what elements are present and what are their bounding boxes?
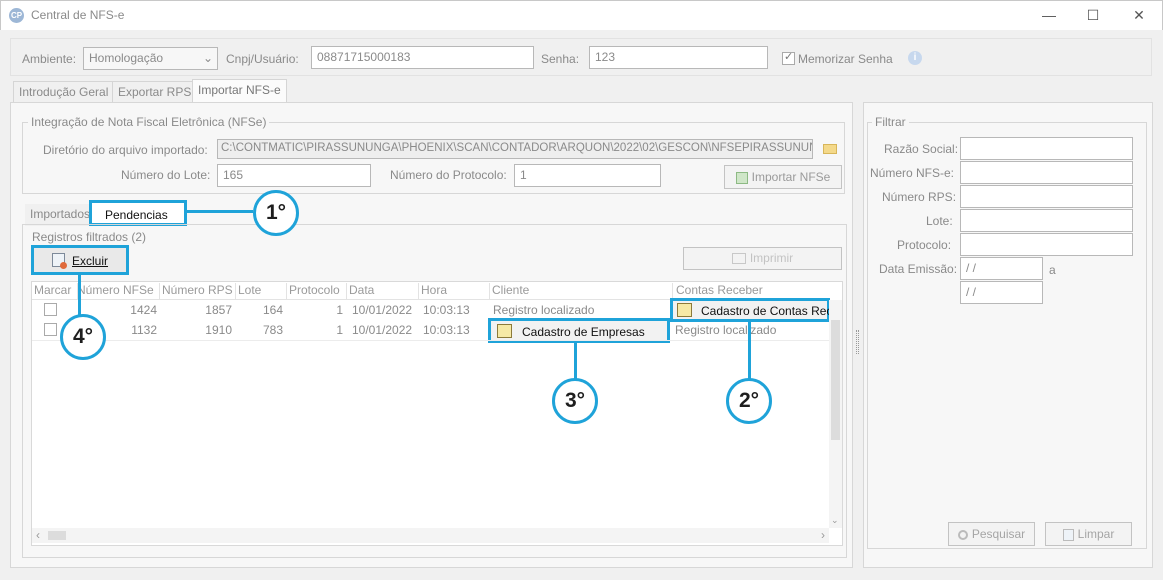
data-from-input[interactable]: / /	[960, 257, 1043, 280]
scrollbar-thumb[interactable]	[831, 320, 840, 440]
callout-2: 2°	[726, 378, 772, 424]
senha-input[interactable]: 123	[589, 46, 768, 69]
importar-nfse-button[interactable]: Importar NFSe	[724, 165, 842, 189]
cadastro-icon	[497, 324, 512, 338]
col-protocolo[interactable]: Protocolo	[289, 283, 340, 297]
cell-lote: 164	[262, 303, 283, 317]
lote-filter-label: Lote:	[926, 214, 953, 228]
diretorio-label: Diretório do arquivo importado:	[43, 143, 208, 157]
diretorio-input[interactable]: C:\CONTMATIC\PIRASSUNUNGA\PHOENIX\SCAN\C…	[217, 139, 813, 159]
cell-hora: 10:03:13	[423, 303, 470, 317]
col-numero-rps[interactable]: Número RPS	[162, 283, 233, 297]
chevron-down-icon: ⌄	[202, 51, 213, 65]
folder-icon[interactable]	[823, 144, 837, 154]
col-marcar[interactable]: Marcar	[34, 283, 71, 297]
callout-3: 3°	[552, 378, 598, 424]
splitter-handle[interactable]	[856, 330, 859, 354]
cell-rps: 1910	[205, 323, 232, 337]
protocolo-label: Número do Protocolo:	[390, 168, 507, 182]
clear-icon	[1062, 528, 1074, 541]
close-icon[interactable]: ✕	[1128, 4, 1150, 26]
scroll-right-icon[interactable]: ›	[821, 528, 825, 542]
callout-2-connector	[748, 322, 751, 380]
limpar-button[interactable]: Limpar	[1045, 522, 1132, 546]
info-icon[interactable]: i	[908, 51, 922, 65]
scroll-down-icon[interactable]: ⌄	[831, 515, 839, 526]
minimize-icon[interactable]: —	[1038, 4, 1060, 26]
protocolo-input[interactable]: 1	[514, 164, 661, 187]
data-to-input[interactable]: / /	[960, 281, 1043, 304]
cell-data: 10/01/2022	[352, 303, 413, 317]
tab-importados[interactable]: Importados	[25, 204, 96, 226]
app-icon: CP	[9, 8, 24, 23]
protocolo-filter-label: Protocolo:	[897, 238, 952, 252]
razao-label: Razão Social:	[884, 142, 959, 156]
col-data[interactable]: Data	[349, 283, 374, 297]
title-bar	[0, 0, 1163, 30]
tab-pendencias[interactable]: Pendencias	[89, 200, 187, 226]
cell-contas-receber: Registro localizado	[675, 323, 777, 337]
pesquisar-button[interactable]: Pesquisar	[948, 522, 1035, 546]
imprimir-button[interactable]: Imprimir	[683, 247, 842, 270]
data-emissao-label: Data Emissão:	[879, 262, 958, 276]
cell-protocolo: 1	[336, 303, 343, 317]
col-contas-receber[interactable]: Contas Receber	[676, 283, 763, 297]
lote-filter-input[interactable]	[960, 209, 1133, 232]
callout-4: 4°	[60, 314, 106, 360]
rps-label: Número RPS:	[882, 190, 957, 204]
callout-4-connector	[78, 275, 81, 315]
memorizar-label: Memorizar Senha	[798, 52, 893, 66]
cell-rps: 1857	[205, 303, 232, 317]
razao-input[interactable]	[960, 137, 1133, 160]
h-scrollbar-thumb[interactable]	[48, 531, 66, 540]
horizontal-scrollbar[interactable]: ‹ ›	[32, 528, 829, 543]
integracao-group-title: Integração de Nota Fiscal Eletrônica (NF…	[28, 115, 270, 129]
tab-importar-nfse[interactable]: Importar NFS-e	[192, 79, 287, 103]
cnpj-label: Cnpj/Usuário:	[226, 52, 299, 66]
cell-hora: 10:03:13	[423, 323, 470, 337]
col-cliente[interactable]: Cliente	[492, 283, 529, 297]
col-lote[interactable]: Lote	[238, 283, 261, 297]
lote-label: Número do Lote:	[121, 168, 211, 182]
cnpj-input[interactable]: 08871715000183	[311, 46, 534, 69]
lote-input[interactable]: 165	[217, 164, 371, 187]
import-icon	[735, 171, 748, 184]
cell-cliente: Registro localizado	[493, 303, 595, 317]
delete-icon	[52, 253, 67, 269]
rps-filter-input[interactable]	[960, 185, 1133, 208]
row-checkbox[interactable]	[44, 323, 57, 336]
cell-lote: 783	[262, 323, 283, 337]
maximize-icon[interactable]: ☐	[1082, 4, 1104, 26]
cadastro-contas-receber-button[interactable]: Cadastro de Contas Rec	[670, 298, 832, 322]
col-numero-nfse[interactable]: Número NFSe	[77, 283, 154, 297]
window-title: Central de NFS-e	[31, 8, 125, 22]
vertical-scrollbar[interactable]: ⌄	[829, 300, 842, 528]
cadastro-icon	[677, 303, 692, 317]
senha-label: Senha:	[541, 52, 580, 66]
ambiente-select[interactable]: Homologação ⌄	[83, 47, 218, 70]
callout-1: 1°	[253, 190, 299, 236]
callout-3-connector	[574, 343, 577, 380]
tab-exportar-rps[interactable]: Exportar RPS	[112, 81, 198, 103]
data-a-label: a	[1049, 263, 1056, 277]
search-icon	[957, 529, 968, 540]
cell-data: 10/01/2022	[352, 323, 413, 337]
protocolo-filter-input[interactable]	[960, 233, 1133, 256]
ambiente-label: Ambiente:	[22, 52, 77, 66]
nfse-label: Número NFS-e:	[870, 166, 955, 180]
printer-icon	[731, 253, 746, 265]
registros-group-title: Registros filtrados (2)	[32, 230, 147, 244]
scroll-left-icon[interactable]: ‹	[36, 528, 40, 542]
excluir-button[interactable]: Excluir	[31, 245, 129, 275]
filtrar-group-title: Filtrar	[872, 115, 909, 129]
cell-protocolo: 1	[336, 323, 343, 337]
nfse-filter-input[interactable]	[960, 161, 1133, 184]
memorizar-checkbox[interactable]: ✓	[782, 51, 795, 65]
row-checkbox[interactable]	[44, 303, 57, 316]
col-hora[interactable]: Hora	[421, 283, 447, 297]
tab-introducao-geral[interactable]: Introdução Geral	[13, 81, 115, 103]
callout-1-connector	[187, 210, 253, 213]
